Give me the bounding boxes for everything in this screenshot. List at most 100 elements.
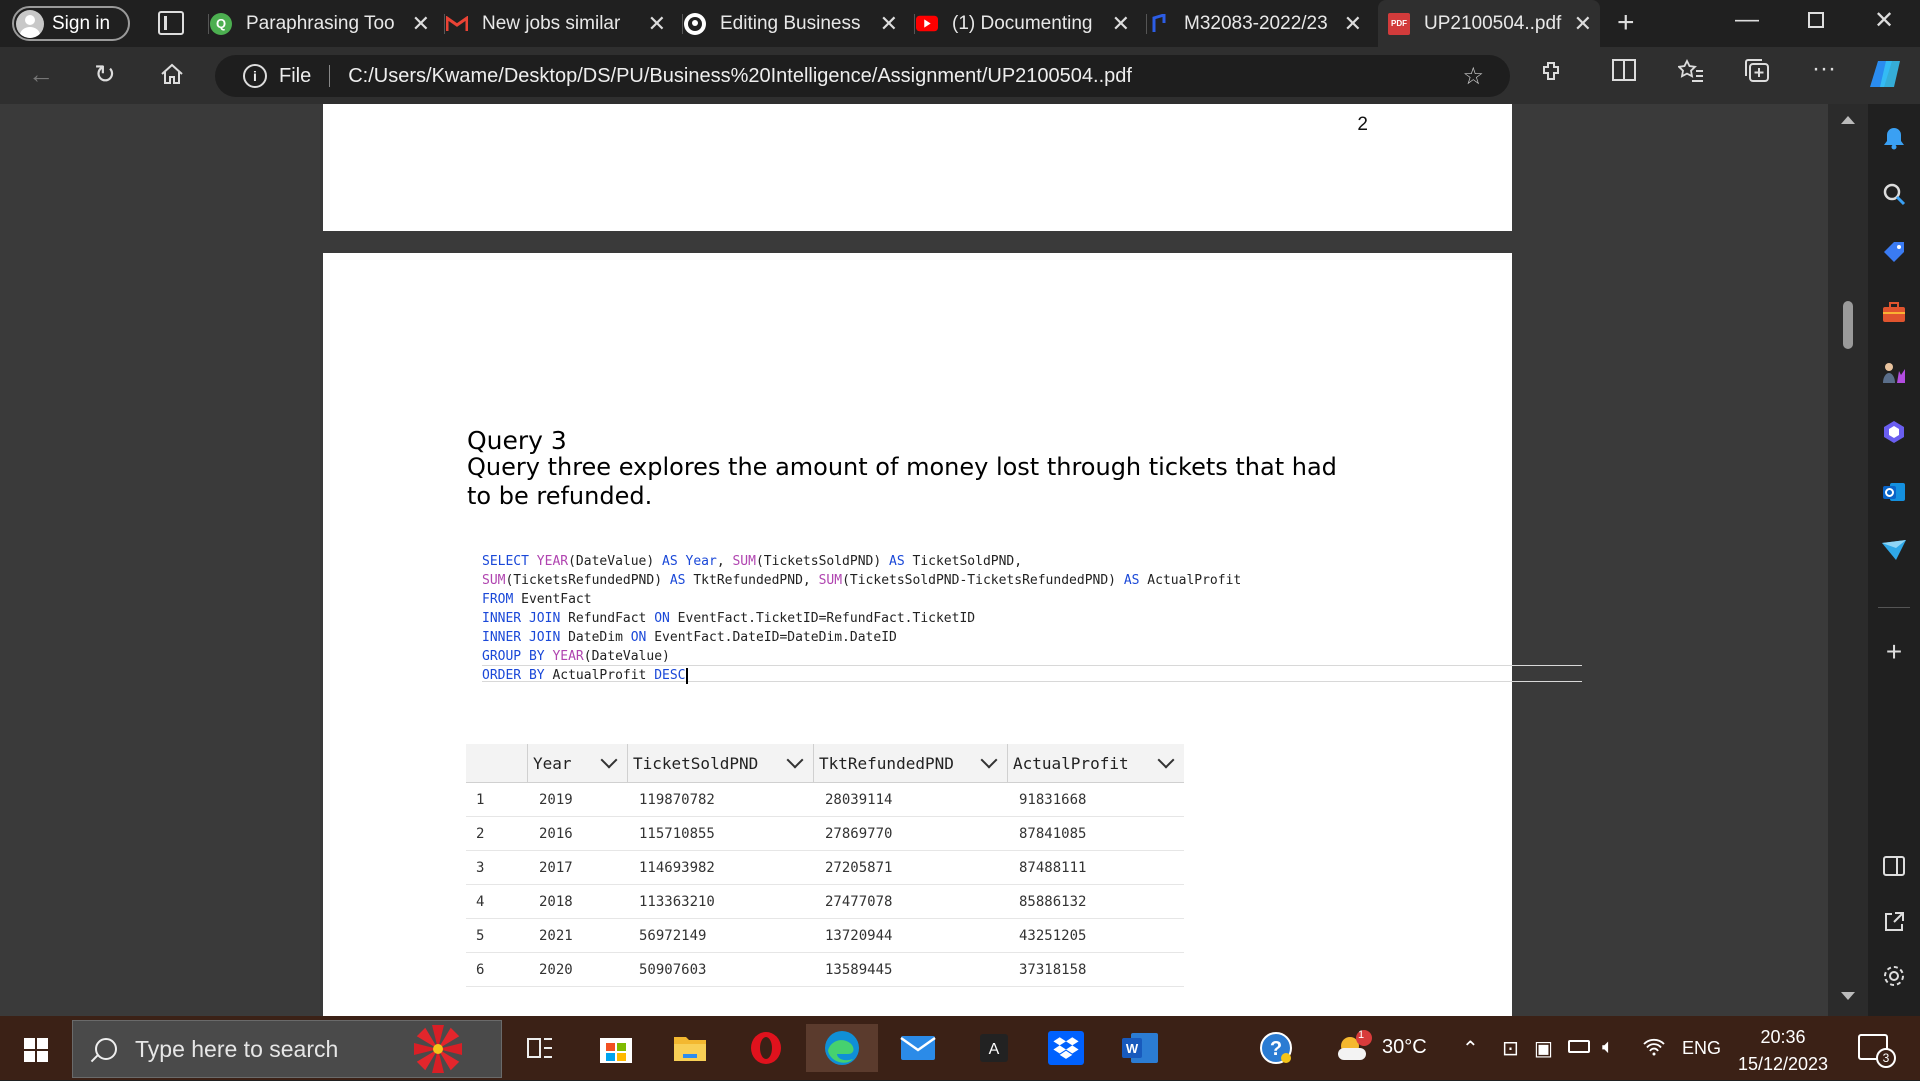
table-cell: 2016 (539, 825, 573, 842)
display-icon[interactable]: ▣ (1534, 1036, 1553, 1061)
tab-gmail-jobs[interactable]: New jobs similar ✕ (444, 0, 674, 47)
pdf-viewer[interactable]: 2 Query 3 Query three explores the amoun… (0, 104, 1868, 1016)
shopping-tag-icon[interactable] (1880, 238, 1908, 266)
file-explorer-icon[interactable] (666, 1024, 714, 1072)
close-tab-icon[interactable]: ✕ (1112, 11, 1130, 37)
table-row[interactable]: 1 2019 119870782 28039114 91831668 (466, 783, 1184, 817)
notifications-icon[interactable]: 3 (1858, 1034, 1896, 1068)
app-a-icon[interactable]: A (970, 1024, 1018, 1072)
microsoft-word-icon[interactable]: W (1116, 1024, 1164, 1072)
mail-icon[interactable] (894, 1024, 942, 1072)
scroll-up-icon[interactable] (1841, 116, 1855, 124)
chevron-down-icon[interactable] (1157, 751, 1175, 769)
extensions-icon[interactable] (1540, 59, 1564, 90)
refresh-icon[interactable]: ↻ (94, 59, 116, 90)
weather-icon[interactable]: 1 (1330, 1024, 1378, 1072)
outlook-icon[interactable] (1880, 478, 1908, 506)
address-url[interactable]: C:/Users/Kwame/Desktop/DS/PU/Business%20… (348, 65, 1132, 88)
chevron-down-icon[interactable] (980, 751, 998, 769)
restore-icon[interactable] (1808, 12, 1824, 28)
table-row[interactable]: 4 2018 113363210 27477078 85886132 (466, 885, 1184, 919)
meet-now-icon[interactable]: ⊡ (1502, 1036, 1519, 1061)
results-grid: Year TicketSoldPND TktRefundedPND Actual… (466, 744, 1184, 987)
table-cell: 114693982 (639, 859, 715, 876)
row-number-cell: 2 (476, 825, 485, 842)
tab-pdf-active[interactable]: PDF UP2100504..pdf ✕ (1378, 0, 1600, 47)
home-icon[interactable] (160, 61, 184, 92)
column-header-ticketsoldpnd[interactable]: TicketSoldPND (627, 744, 813, 782)
more-options-icon[interactable]: ··· (1812, 55, 1836, 83)
tab-actions-icon[interactable] (158, 11, 184, 35)
table-row[interactable]: 3 2017 114693982 27205871 87488111 (466, 851, 1184, 885)
tab-youtube-documenting[interactable]: (1) Documenting ✕ (914, 0, 1138, 47)
show-hidden-icons-icon[interactable]: ⌃ (1462, 1036, 1479, 1061)
add-sidebar-app-icon[interactable]: + (1880, 636, 1908, 667)
minimize-icon[interactable]: — (1735, 6, 1759, 34)
wifi-icon[interactable] (1642, 1036, 1666, 1062)
table-cell: 28039114 (825, 791, 893, 808)
weather-temperature[interactable]: 30°C (1382, 1036, 1427, 1059)
favorite-star-icon[interactable]: ☆ (1462, 62, 1484, 91)
table-row[interactable]: 6 2020 50907603 13589445 37318158 (466, 953, 1184, 987)
open-external-icon[interactable] (1880, 908, 1908, 936)
column-header-year[interactable]: Year (527, 744, 627, 782)
column-header-tktrefundedpnd[interactable]: TktRefundedPND (813, 744, 1007, 782)
notifications-bell-icon[interactable] (1880, 124, 1908, 152)
favorites-icon[interactable] (1677, 58, 1704, 90)
sign-in-button[interactable]: Sign in (12, 6, 130, 41)
windows-start-icon[interactable] (24, 1038, 48, 1062)
tab-moodle-m32083[interactable]: M32083-2022/23 ✕ (1146, 0, 1370, 47)
close-tab-icon[interactable]: ✕ (880, 11, 898, 37)
help-icon[interactable]: ? (1252, 1024, 1300, 1072)
pdf-page-2: 2 (323, 104, 1512, 231)
system-clock[interactable]: 20:36 15/12/2023 (1733, 1024, 1833, 1078)
language-indicator[interactable]: ENG (1682, 1038, 1721, 1059)
games-icon[interactable] (1880, 358, 1908, 386)
search-icon[interactable] (1880, 180, 1908, 208)
back-icon[interactable]: ← (28, 59, 54, 90)
microsoft-store-icon[interactable] (592, 1024, 640, 1072)
send-drop-icon[interactable] (1880, 536, 1908, 564)
clock-time: 20:36 (1760, 1027, 1806, 1047)
opera-browser-icon[interactable] (742, 1024, 790, 1072)
column-header-label: TktRefundedPND (819, 753, 954, 773)
dropbox-icon[interactable] (1042, 1024, 1090, 1072)
table-cell: 87488111 (1019, 859, 1087, 876)
task-view-icon[interactable] (516, 1024, 564, 1072)
svg-text:?: ? (1270, 1038, 1282, 1060)
close-tab-icon[interactable]: ✕ (1344, 11, 1362, 37)
close-tab-icon[interactable]: ✕ (648, 11, 666, 37)
chevron-down-icon[interactable] (786, 751, 804, 769)
vertical-scrollbar[interactable] (1828, 104, 1868, 1016)
copilot-designer-icon[interactable] (1880, 418, 1908, 446)
battery-icon[interactable] (1568, 1040, 1590, 1053)
table-cell: 50907603 (639, 961, 707, 978)
edge-sidebar: + (1868, 104, 1920, 1016)
tools-briefcase-icon[interactable] (1880, 298, 1908, 326)
site-info-icon[interactable]: i (243, 64, 267, 88)
table-cell: 119870782 (639, 791, 715, 808)
volume-icon[interactable]: 🔈︎ (1602, 1036, 1614, 1059)
copilot-icon[interactable] (1868, 59, 1902, 96)
poinsettia-search-highlight-icon[interactable] (400, 1022, 476, 1076)
scroll-thumb[interactable] (1843, 301, 1853, 349)
browser-tab-bar: Sign in Q Paraphrasing Too ✕ New jobs si… (0, 0, 1920, 47)
address-bar[interactable]: i File C:/Users/Kwame/Desktop/DS/PU/Busi… (215, 55, 1510, 97)
table-row[interactable]: 5 2021 56972149 13720944 43251205 (466, 919, 1184, 953)
split-screen-icon[interactable] (1612, 59, 1636, 88)
scroll-down-icon[interactable] (1841, 992, 1855, 1000)
column-header-actualprofit[interactable]: ActualProfit (1007, 744, 1184, 782)
close-tab-icon[interactable]: ✕ (412, 11, 430, 37)
edge-browser-icon[interactable] (806, 1024, 878, 1072)
table-row[interactable]: 2 2016 115710855 27869770 87841085 (466, 817, 1184, 851)
close-window-icon[interactable]: ✕ (1874, 6, 1894, 35)
navigation-bar: ← ↻ i File C:/Users/Kwame/Desktop/DS/PU/… (0, 47, 1920, 104)
chevron-down-icon[interactable] (600, 751, 618, 769)
tab-paraphrasing[interactable]: Q Paraphrasing Too ✕ (208, 0, 438, 47)
collections-icon[interactable] (1745, 59, 1771, 90)
close-tab-icon[interactable]: ✕ (1574, 11, 1592, 37)
tab-github-editing[interactable]: Editing Business ✕ (682, 0, 906, 47)
new-tab-button[interactable]: + (1617, 6, 1635, 40)
sidebar-panel-icon[interactable] (1880, 852, 1908, 880)
settings-gear-icon[interactable] (1880, 962, 1908, 990)
